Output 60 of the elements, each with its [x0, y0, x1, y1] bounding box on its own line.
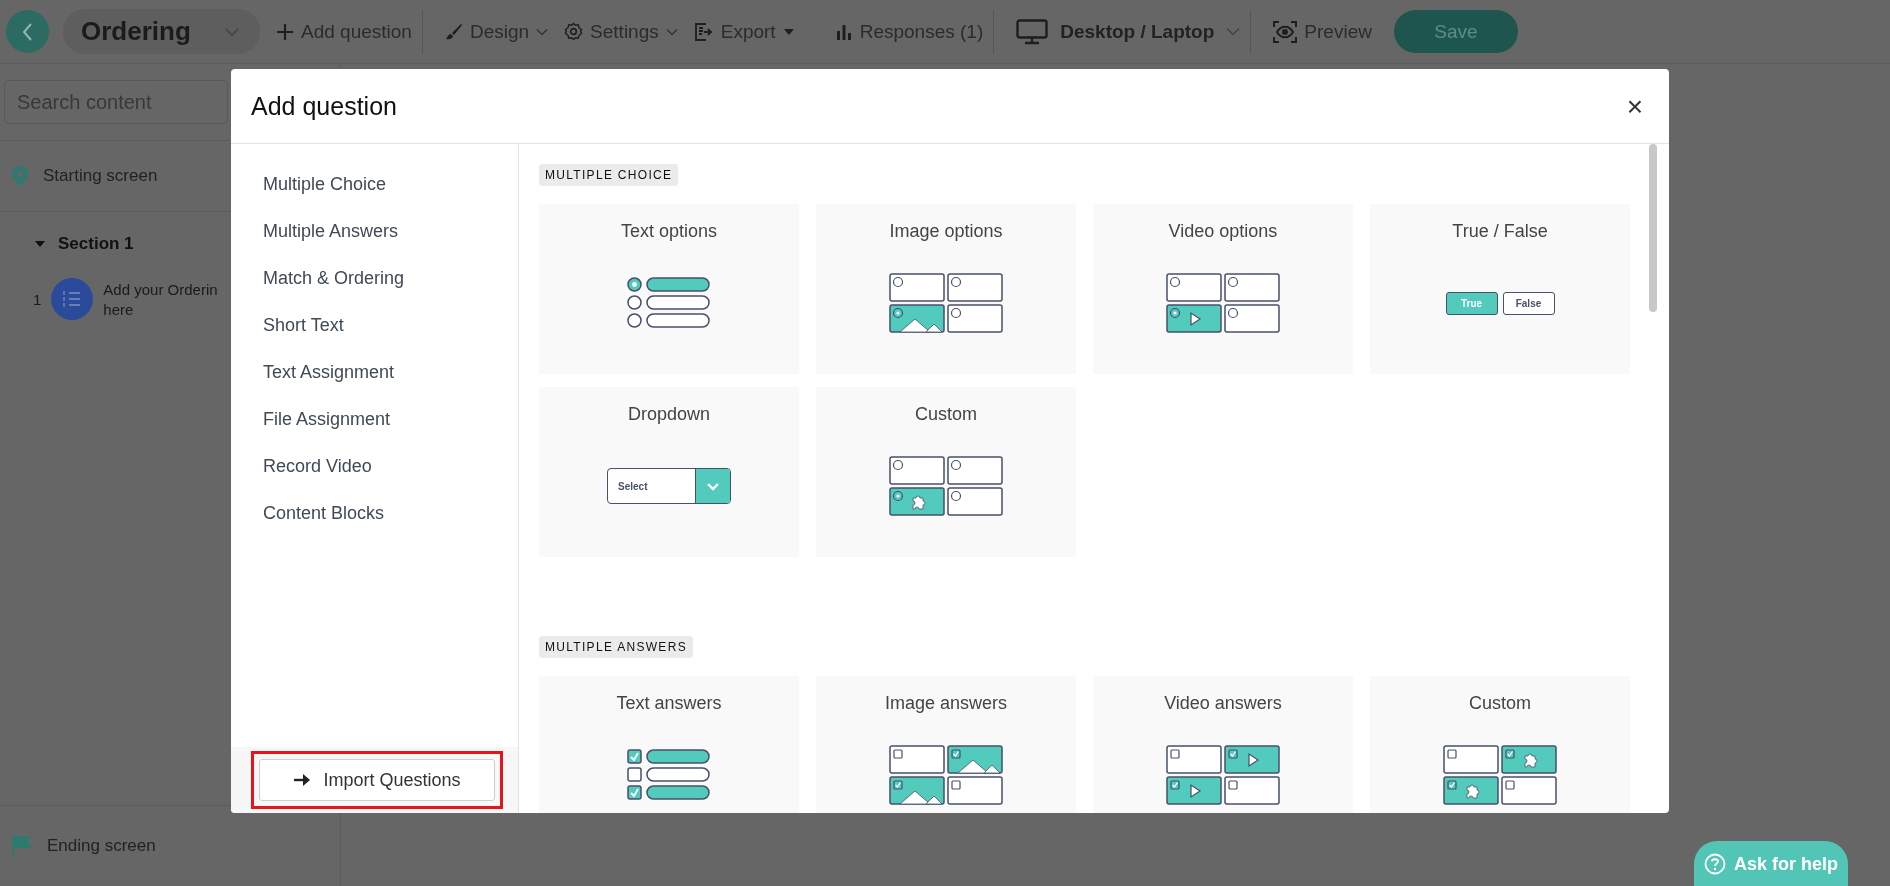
caret-icon [782, 27, 795, 36]
question-type-card[interactable]: Dropdown Select [539, 387, 799, 557]
category-link[interactable]: Record Video [263, 452, 372, 499]
ordered-list-icon [51, 278, 94, 320]
question-type-card[interactable]: Video options [1093, 204, 1353, 374]
card-title: Text options [620, 220, 718, 242]
question-type-card[interactable]: Text answers [539, 676, 799, 813]
flag-icon [11, 835, 33, 857]
card-title: Video options [1168, 220, 1278, 242]
back-button[interactable] [6, 10, 49, 53]
question-mark-icon [1704, 853, 1726, 875]
question-type-card[interactable]: Text options [539, 204, 799, 374]
section-label: MULTIPLE CHOICE [539, 164, 679, 186]
question-type-card[interactable]: True / False True False [1370, 204, 1630, 374]
card-title: Custom [1469, 692, 1531, 714]
chevron-icon [224, 26, 240, 37]
question-type-card[interactable]: Image options [816, 204, 1076, 374]
card-title: Dropdown [627, 403, 710, 425]
caret-icon[interactable] [34, 240, 46, 248]
card-title: True / False [1452, 220, 1548, 242]
category-link[interactable]: Content Blocks [263, 499, 385, 546]
location-pin-icon [11, 165, 29, 187]
answer-option: False [1502, 291, 1555, 315]
eye-icon [1273, 20, 1298, 43]
card-title: Custom [915, 403, 977, 425]
chevron-icon [1226, 27, 1241, 36]
bar-chart-icon [834, 22, 853, 41]
plus-icon [276, 22, 294, 41]
question-type-card[interactable]: Custom [1370, 676, 1630, 813]
category-link[interactable]: Match & Ordering [263, 264, 405, 311]
card-title: Image answers [884, 692, 1008, 714]
dialog-title: Add question [251, 91, 397, 121]
chevron-icon [665, 27, 678, 36]
question-type-card[interactable]: Image answers [816, 676, 1076, 813]
question-type-card[interactable]: Video answers [1093, 676, 1353, 813]
category-link[interactable]: Multiple Answers [263, 217, 399, 264]
settings-icon [564, 22, 584, 41]
section-label: MULTIPLE ANSWERS [539, 636, 693, 658]
back-icon [20, 21, 35, 42]
scrollbar-thumb[interactable] [1649, 144, 1657, 312]
card-title: Text answers [616, 692, 722, 714]
monitor-icon [1016, 18, 1049, 45]
category-link[interactable]: File Assignment [263, 405, 391, 452]
card-title: Image options [889, 220, 1003, 242]
category-link[interactable]: Short Text [263, 311, 344, 358]
question-number: 1 [33, 290, 42, 308]
close-button[interactable]: × [1623, 91, 1647, 121]
answer-option: True [1445, 291, 1498, 315]
brush-icon [444, 22, 463, 41]
chevron-icon [536, 27, 549, 36]
import-questions-button[interactable]: Import Questions [259, 759, 495, 801]
select-field-drawing: Select [607, 468, 731, 504]
category-link[interactable]: Multiple Choice [263, 170, 387, 217]
category-link[interactable]: Text Assignment [263, 358, 395, 405]
section-title: Section 1 [58, 234, 134, 254]
card-title: Video answers [1164, 692, 1282, 714]
arrow-right-icon [293, 773, 312, 787]
export-icon [693, 22, 714, 41]
chevron-icon [706, 481, 720, 491]
question-type-card[interactable]: Custom [816, 387, 1076, 557]
